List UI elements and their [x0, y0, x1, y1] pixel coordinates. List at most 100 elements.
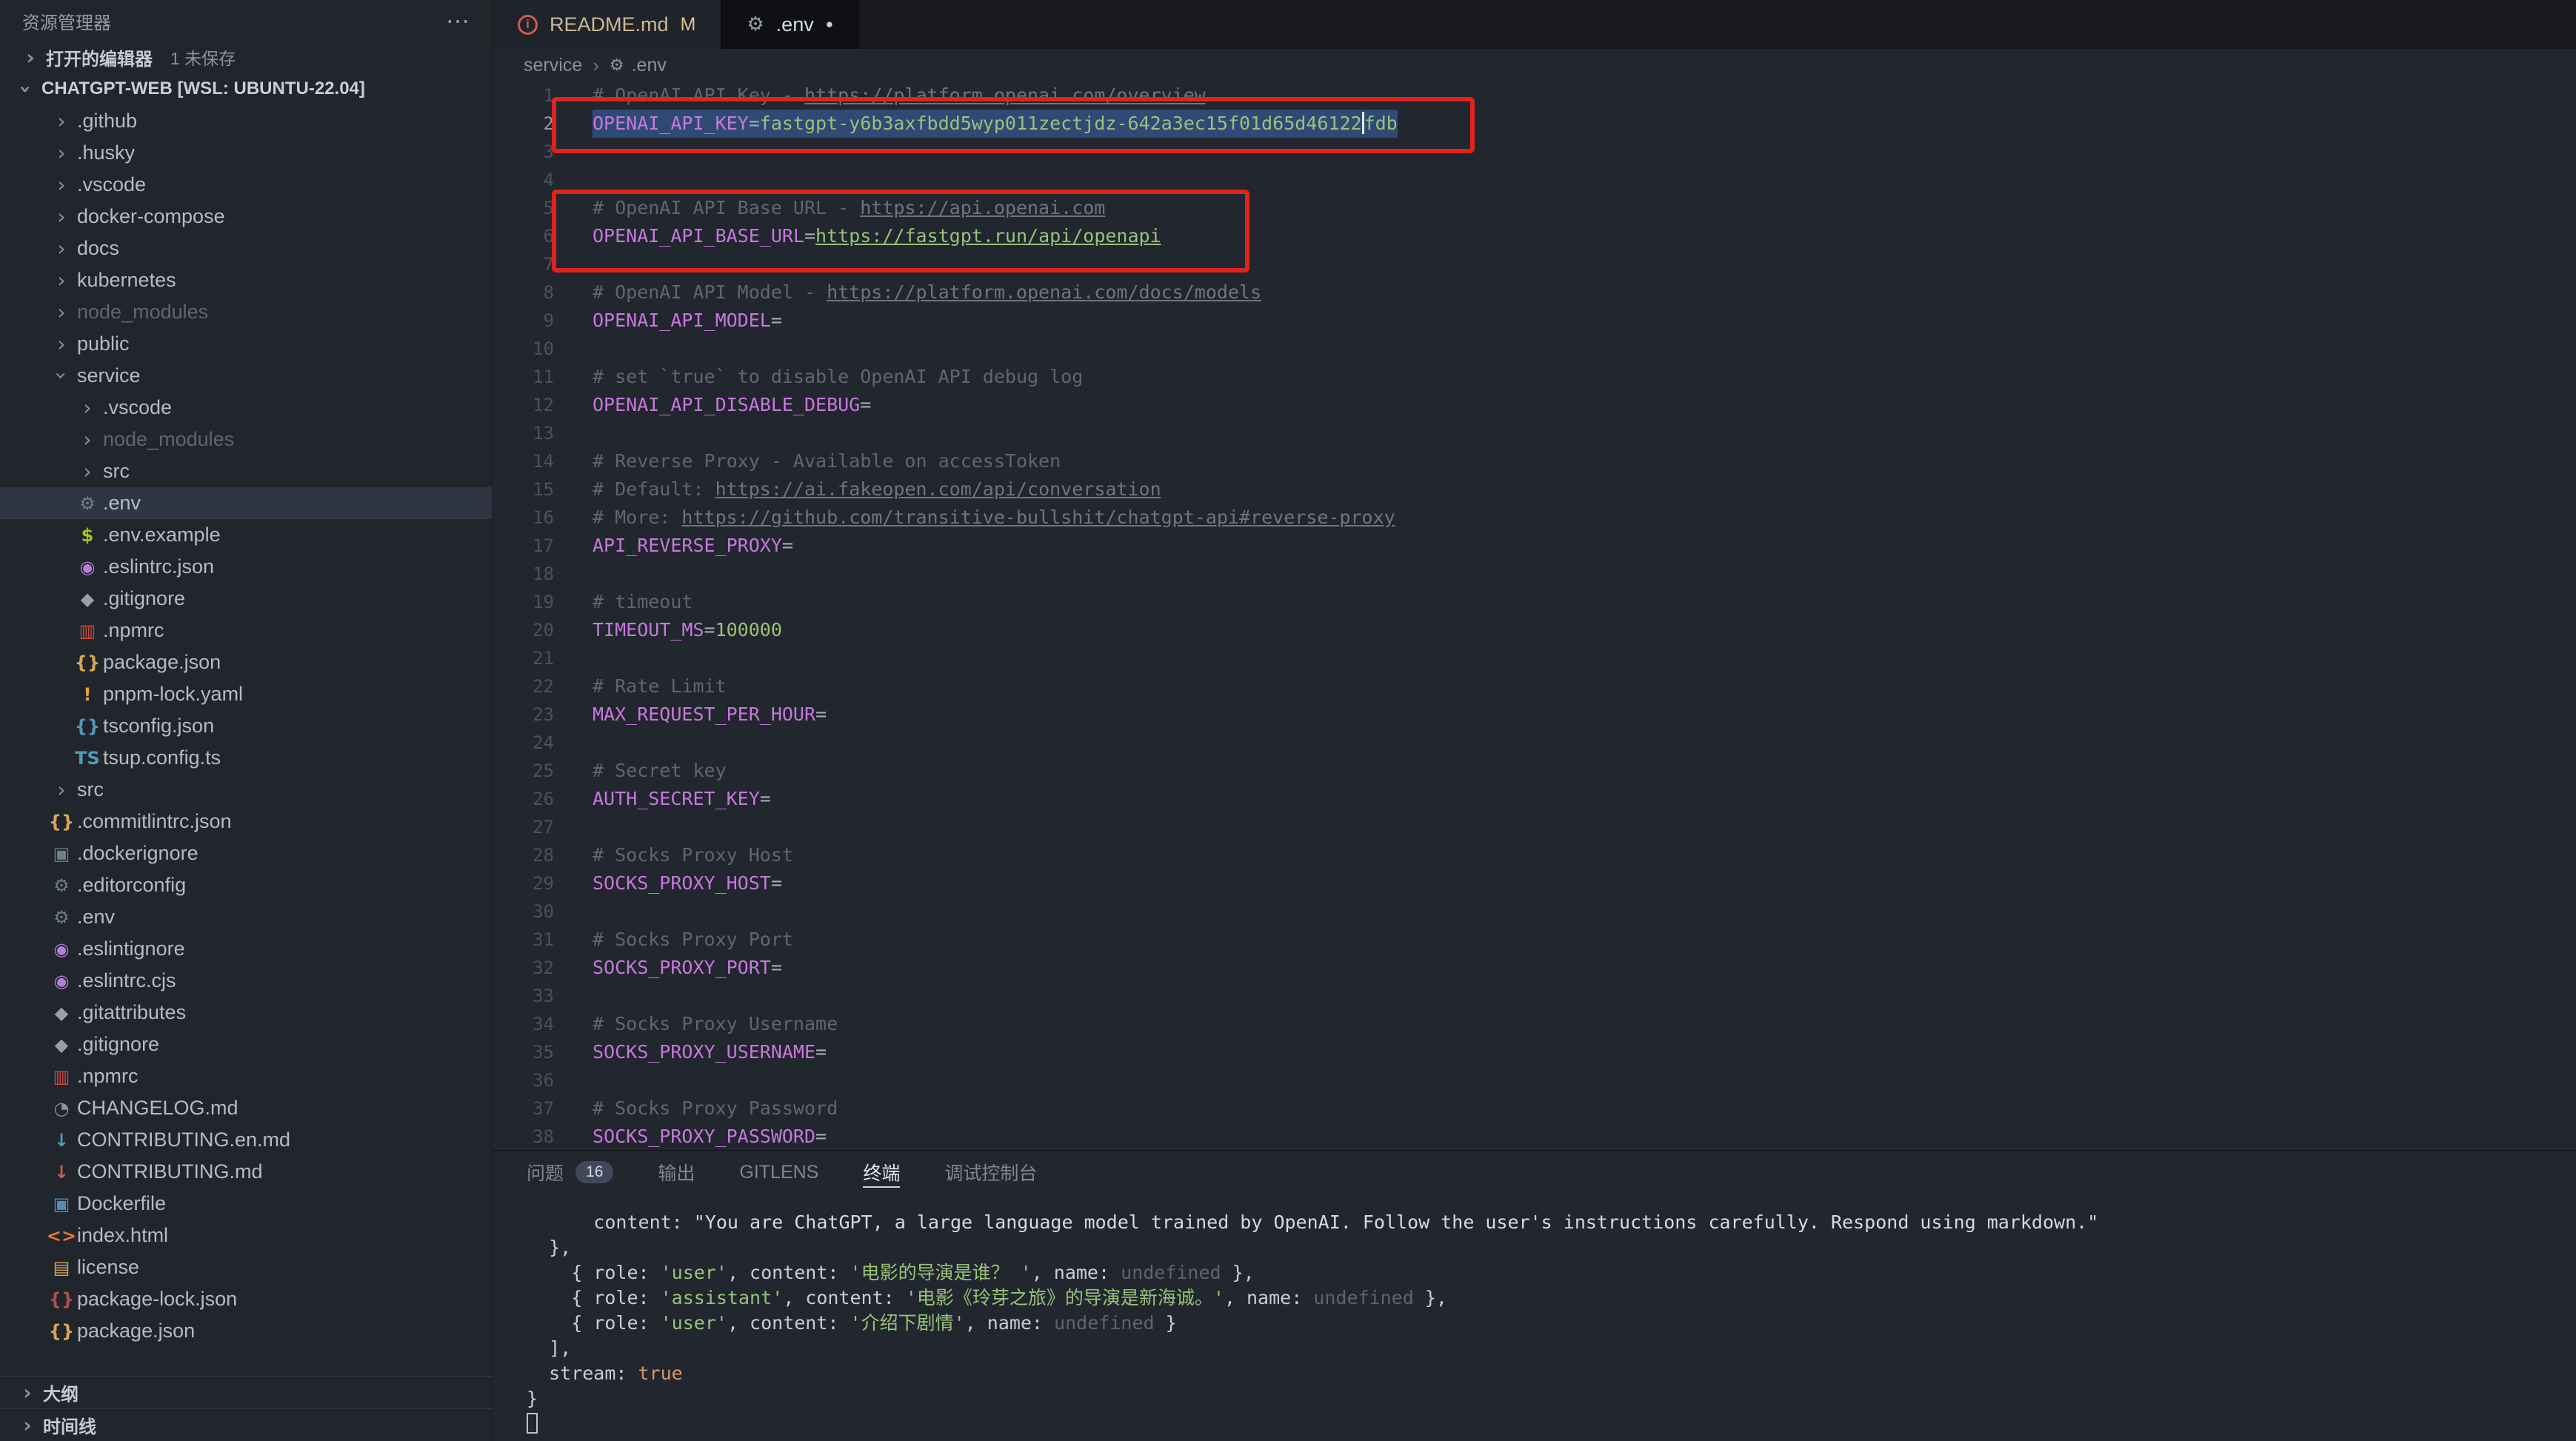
tree-folder-.husky[interactable]: ›.husky	[0, 137, 492, 169]
code-line[interactable]: 7	[493, 250, 2576, 278]
editor-code[interactable]: 1# OpenAI API Key - https://platform.ope…	[493, 81, 2576, 1150]
code-line-text: # OpenAI API Model - https://platform.op…	[593, 278, 1261, 307]
code-line[interactable]: 35SOCKS_PROXY_USERNAME=	[493, 1038, 2576, 1066]
tree-file-.gitignore[interactable]: ◆.gitignore	[0, 1029, 492, 1060]
code-line[interactable]: 29SOCKS_PROXY_HOST=	[493, 869, 2576, 897]
tree-item-label: .eslintignore	[77, 937, 185, 960]
code-line[interactable]: 33	[493, 982, 2576, 1010]
tree-file-.eslintrc.json[interactable]: ◉.eslintrc.json	[0, 551, 492, 583]
editor-tabs: iREADME.mdM⚙.env●	[493, 0, 2576, 49]
tree-file-.env[interactable]: ⚙.env	[0, 901, 492, 933]
tree-file-.gitignore[interactable]: ◆.gitignore	[0, 583, 492, 615]
code-line[interactable]: 9OPENAI_API_MODEL=	[493, 307, 2576, 335]
panel-tab-输出[interactable]: 输出	[658, 1151, 695, 1194]
tree-folder-kubernetes[interactable]: ›kubernetes	[0, 264, 492, 296]
code-line[interactable]: 24	[493, 729, 2576, 757]
outline-section[interactable]: › 大纲	[0, 1376, 492, 1408]
code-line[interactable]: 11# set `true` to disable OpenAI API deb…	[493, 363, 2576, 391]
code-line[interactable]: 6OPENAI_API_BASE_URL=https://fastgpt.run…	[493, 222, 2576, 250]
code-line[interactable]: 38SOCKS_PROXY_PASSWORD=	[493, 1123, 2576, 1150]
code-line[interactable]: 34# Socks Proxy Username	[493, 1010, 2576, 1038]
line-number: 12	[493, 391, 593, 419]
code-line[interactable]: 8# OpenAI API Model - https://platform.o…	[493, 278, 2576, 307]
tree-folder-src[interactable]: ›src	[0, 774, 492, 806]
tree-folder-src[interactable]: ›src	[0, 455, 492, 487]
code-line[interactable]: 32SOCKS_PROXY_PORT=	[493, 954, 2576, 982]
open-editors-section[interactable]: › 打开的编辑器 1 未保存	[0, 41, 492, 73]
code-line[interactable]: 31# Socks Proxy Port	[493, 926, 2576, 954]
tree-file-CONTRIBUTING.md[interactable]: ↓CONTRIBUTING.md	[0, 1156, 492, 1188]
code-line[interactable]: 23MAX_REQUEST_PER_HOUR=	[493, 701, 2576, 729]
tree-file-.editorconfig[interactable]: ⚙.editorconfig	[0, 869, 492, 901]
code-line[interactable]: 17API_REVERSE_PROXY=	[493, 532, 2576, 560]
code-line[interactable]: 25# Secret key	[493, 757, 2576, 785]
tree-file-tsup.config.ts[interactable]: TStsup.config.ts	[0, 742, 492, 774]
code-line[interactable]: 20TIMEOUT_MS=100000	[493, 616, 2576, 644]
tree-file-license[interactable]: ▤license	[0, 1251, 492, 1283]
tree-file-.env.example[interactable]: $.env.example	[0, 519, 492, 551]
terminal[interactable]: content: "You are ChatGPT, a large langu…	[493, 1194, 2576, 1441]
tab-.env[interactable]: ⚙.env●	[721, 0, 859, 49]
code-line-text: SOCKS_PROXY_HOST=	[593, 869, 782, 897]
tree-file-Dockerfile[interactable]: ▣Dockerfile	[0, 1188, 492, 1220]
tree-file-.npmrc[interactable]: ▥.npmrc	[0, 615, 492, 646]
timeline-section[interactable]: › 时间线	[0, 1408, 492, 1441]
tree-file-package.json[interactable]: {}package.json	[0, 1315, 492, 1347]
code-line[interactable]: 3	[493, 138, 2576, 166]
more-actions-icon[interactable]: ⋯	[446, 7, 470, 35]
code-line[interactable]: 36	[493, 1066, 2576, 1094]
code-line[interactable]: 5# OpenAI API Base URL - https://api.ope…	[493, 194, 2576, 222]
tree-file-.gitattributes[interactable]: ◆.gitattributes	[0, 997, 492, 1029]
tree-file-CHANGELOG.md[interactable]: ◔CHANGELOG.md	[0, 1092, 492, 1124]
panel-tab-问题[interactable]: 问题16	[527, 1151, 613, 1194]
workspace-root-header[interactable]: › CHATGPT-WEB [WSL: UBUNTU-22.04]	[0, 73, 492, 105]
code-line[interactable]: 18	[493, 560, 2576, 588]
tree-file-.npmrc[interactable]: ▥.npmrc	[0, 1060, 492, 1092]
code-line[interactable]: 37# Socks Proxy Password	[493, 1094, 2576, 1123]
code-line[interactable]: 4	[493, 166, 2576, 194]
code-line[interactable]: 26AUTH_SECRET_KEY=	[493, 785, 2576, 813]
tree-folder-public[interactable]: ›public	[0, 328, 492, 360]
tree-folder-node_modules[interactable]: ›node_modules	[0, 424, 492, 455]
breadcrumb-item-service[interactable]: service	[524, 55, 582, 76]
code-line[interactable]: 12OPENAI_API_DISABLE_DEBUG=	[493, 391, 2576, 419]
json-icon: {}	[46, 812, 77, 832]
tree-folder-.vscode[interactable]: ›.vscode	[0, 392, 492, 424]
tree-folder-.vscode[interactable]: ›.vscode	[0, 169, 492, 201]
code-line[interactable]: 21	[493, 644, 2576, 672]
tree-file-package.json[interactable]: {}package.json	[0, 646, 492, 678]
code-line[interactable]: 16# More: https://github.com/transitive-…	[493, 504, 2576, 532]
code-line[interactable]: 19# timeout	[493, 588, 2576, 616]
code-line[interactable]: 27	[493, 813, 2576, 841]
panel-tab-调试控制台[interactable]: 调试控制台	[944, 1151, 1037, 1194]
tab-README.md[interactable]: iREADME.mdM	[493, 0, 721, 49]
code-line[interactable]: 28# Socks Proxy Host	[493, 841, 2576, 869]
tree-file-.eslintrc.cjs[interactable]: ◉.eslintrc.cjs	[0, 965, 492, 997]
tree-file-tsconfig.json[interactable]: {}tsconfig.json	[0, 710, 492, 742]
tree-file-index.html[interactable]: <>index.html	[0, 1220, 492, 1251]
code-line[interactable]: 2OPENAI_API_KEY=fastgpt-y6b3axfbdd5wyp01…	[493, 110, 2576, 138]
code-line[interactable]: 15# Default: https://ai.fakeopen.com/api…	[493, 475, 2576, 504]
tree-file-.eslintignore[interactable]: ◉.eslintignore	[0, 933, 492, 965]
tree-folder-node_modules[interactable]: ›node_modules	[0, 296, 492, 328]
tree-folder-.github[interactable]: ›.github	[0, 105, 492, 137]
code-line[interactable]: 1# OpenAI API Key - https://platform.ope…	[493, 81, 2576, 110]
tree-folder-docs[interactable]: ›docs	[0, 233, 492, 264]
breadcrumb-item-.env[interactable]: ⚙.env	[610, 55, 667, 76]
code-line[interactable]: 30	[493, 897, 2576, 926]
tree-file-.commitlintrc.json[interactable]: {}.commitlintrc.json	[0, 806, 492, 837]
tree-file-.dockerignore[interactable]: ▣.dockerignore	[0, 837, 492, 869]
code-line[interactable]: 22# Rate Limit	[493, 672, 2576, 701]
tree-file-pnpm-lock.yaml[interactable]: !pnpm-lock.yaml	[0, 678, 492, 710]
tree-file-.env[interactable]: ⚙.env	[0, 487, 492, 519]
tree-file-CONTRIBUTING.en.md[interactable]: ↓CONTRIBUTING.en.md	[0, 1124, 492, 1156]
code-line[interactable]: 13	[493, 419, 2576, 447]
tree-item-label: .env.example	[103, 524, 221, 546]
tree-folder-service[interactable]: ›service	[0, 360, 492, 392]
panel-tab-终端[interactable]: 终端	[863, 1151, 900, 1194]
panel-tab-GITLENS[interactable]: GITLENS	[739, 1151, 818, 1194]
tree-folder-docker-compose[interactable]: ›docker-compose	[0, 201, 492, 233]
tree-file-package-lock.json[interactable]: {}package-lock.json	[0, 1283, 492, 1315]
code-line[interactable]: 10	[493, 335, 2576, 363]
code-line[interactable]: 14# Reverse Proxy - Available on accessT…	[493, 447, 2576, 475]
